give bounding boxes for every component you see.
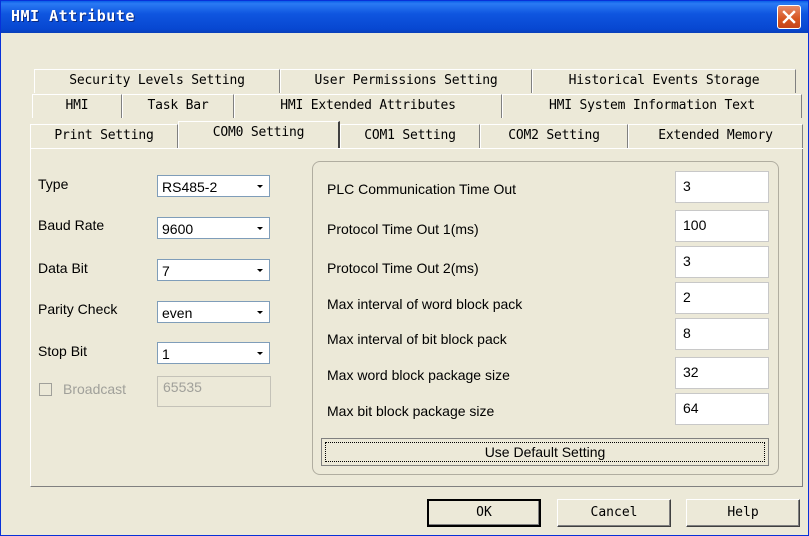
word-block-size-value: 32 <box>683 364 699 380</box>
plc-timeout-value: 3 <box>683 178 691 194</box>
title-bar[interactable]: HMI Attribute <box>1 1 808 33</box>
close-icon <box>782 10 796 24</box>
broadcast-address-field[interactable]: 65535 <box>157 376 271 407</box>
tab-hmi-extended-attributes[interactable]: HMI Extended Attributes <box>234 94 502 118</box>
help-button[interactable]: Help <box>686 499 800 527</box>
tab-com1-setting[interactable]: COM1 Setting <box>340 124 480 148</box>
focus-rectangle <box>325 442 765 462</box>
tab-historical-events-storage[interactable]: Historical Events Storage <box>532 69 796 93</box>
protocol-timeout-1-label: Protocol Time Out 1(ms) <box>327 221 479 237</box>
stop-bit-select[interactable]: 1 <box>157 342 270 364</box>
tab-com2-setting[interactable]: COM2 Setting <box>480 124 628 148</box>
data-bit-label: Data Bit <box>38 260 88 276</box>
bit-block-interval-value: 8 <box>683 325 691 341</box>
plc-timeout-field[interactable]: 3 <box>675 171 769 203</box>
type-select[interactable]: RS485-2 <box>157 175 270 197</box>
use-default-setting-button[interactable]: Use Default Setting <box>321 438 769 466</box>
word-block-interval-label: Max interval of word block pack <box>327 296 523 312</box>
tab-hmi-system-information-text[interactable]: HMI System Information Text <box>502 94 802 118</box>
protocol-timeout-1-value: 100 <box>683 217 707 233</box>
parity-check-label: Parity Check <box>38 301 118 317</box>
word-block-interval-field[interactable]: 2 <box>675 282 769 314</box>
bit-block-size-value: 64 <box>683 400 699 416</box>
protocol-timeout-1-field[interactable]: 100 <box>675 210 769 242</box>
baud-rate-select[interactable]: 9600 <box>157 217 270 239</box>
bit-block-interval-field[interactable]: 8 <box>675 318 769 350</box>
chevron-down-icon <box>257 311 263 314</box>
parity-check-select[interactable]: even <box>157 301 270 323</box>
bit-block-interval-label: Max interval of bit block pack <box>327 331 507 347</box>
tab-task-bar[interactable]: Task Bar <box>122 94 234 118</box>
broadcast-address-value: 65535 <box>163 379 202 395</box>
data-bit-select[interactable]: 7 <box>157 259 270 281</box>
word-block-size-label: Max word block package size <box>327 367 510 383</box>
parity-check-value: even <box>162 305 193 321</box>
word-block-interval-value: 2 <box>683 289 691 305</box>
stop-bit-value: 1 <box>162 346 170 362</box>
plc-timeout-label: PLC Communication Time Out <box>327 181 517 197</box>
broadcast-checkbox[interactable] <box>39 383 52 396</box>
type-label: Type <box>38 176 69 192</box>
chevron-down-icon <box>257 185 263 188</box>
baud-rate-label: Baud Rate <box>38 217 105 233</box>
ok-button[interactable]: OK <box>427 499 541 527</box>
protocol-timeout-2-value: 3 <box>683 253 691 269</box>
broadcast-label: Broadcast <box>63 381 127 397</box>
bit-block-size-field[interactable]: 64 <box>675 393 769 425</box>
stop-bit-label: Stop Bit <box>38 343 88 359</box>
data-bit-value: 7 <box>162 263 170 279</box>
word-block-size-field[interactable]: 32 <box>675 357 769 389</box>
hmi-attribute-dialog: HMI Attribute Security Levels Setting Us… <box>0 0 809 536</box>
tab-user-permissions-setting[interactable]: User Permissions Setting <box>280 69 532 93</box>
protocol-timeout-2-field[interactable]: 3 <box>675 246 769 278</box>
chevron-down-icon <box>257 352 263 355</box>
chevron-down-icon <box>257 269 263 272</box>
tab-hmi[interactable]: HMI <box>32 94 122 118</box>
tab-extended-memory[interactable]: Extended Memory <box>628 124 803 148</box>
baud-rate-value: 9600 <box>162 221 194 237</box>
cancel-button[interactable]: Cancel <box>557 499 671 527</box>
close-button[interactable] <box>777 5 801 29</box>
chevron-down-icon <box>257 227 263 230</box>
tab-print-setting[interactable]: Print Setting <box>30 124 178 148</box>
type-value: RS485-2 <box>162 179 218 195</box>
protocol-timeout-2-label: Protocol Time Out 2(ms) <box>327 260 479 276</box>
bit-block-size-label: Max bit block package size <box>327 403 495 419</box>
tab-com0-setting[interactable]: COM0 Setting <box>178 121 340 148</box>
tab-security-levels-setting[interactable]: Security Levels Setting <box>34 69 280 93</box>
window-title: HMI Attribute <box>11 7 135 25</box>
